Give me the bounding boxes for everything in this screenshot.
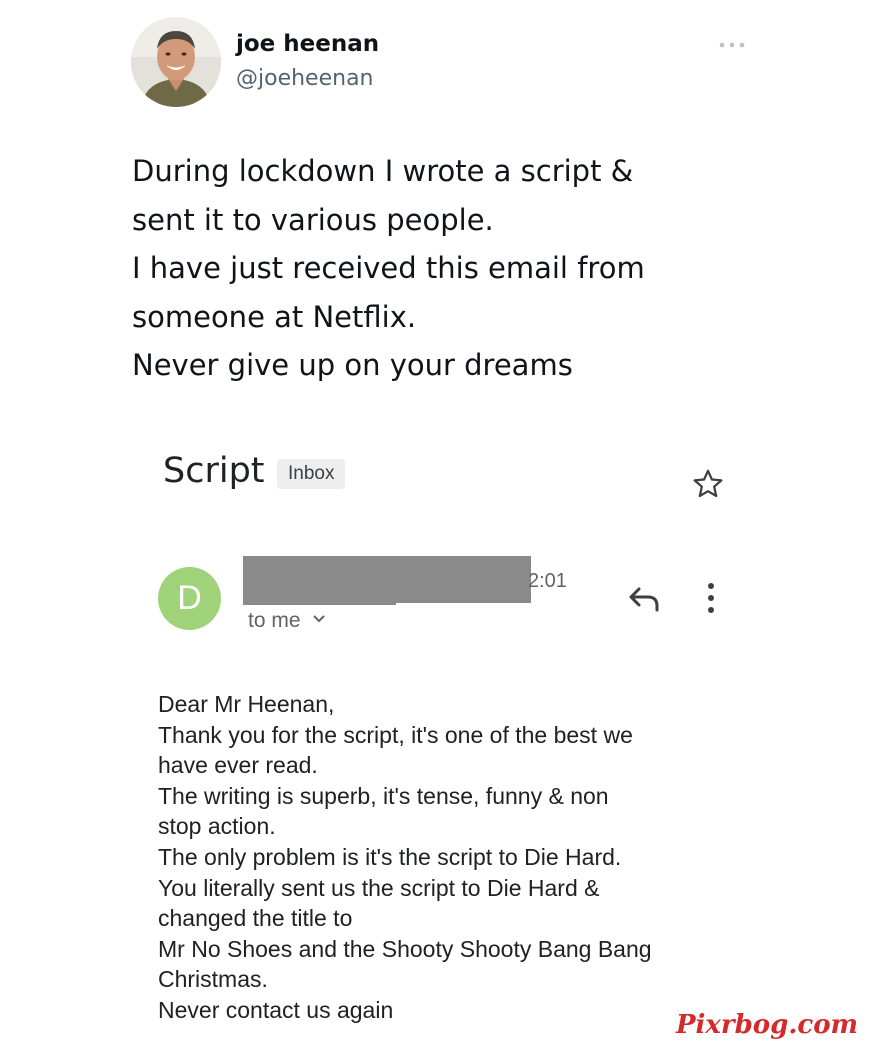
inbox-label-badge[interactable]: Inbox [277, 459, 346, 489]
recipient-dropdown[interactable]: to me [248, 609, 326, 633]
email-body-line: You literally sent us the script to Die … [158, 874, 600, 901]
watermark: Pixrbog.com [676, 1010, 859, 1040]
author-avatar[interactable] [131, 17, 221, 107]
more-vertical-icon[interactable] [700, 580, 722, 616]
email-body-line: Christmas. [158, 966, 268, 993]
author-name[interactable]: joe heenan [236, 31, 379, 57]
sender-avatar[interactable]: D [158, 567, 221, 630]
chevron-down-icon [313, 615, 326, 623]
email-body-line: stop action. [158, 813, 276, 840]
email-time: 2:01 [528, 570, 567, 592]
star-outline-icon[interactable] [690, 466, 726, 502]
tweet-text-line: I have just received this email from [132, 251, 645, 285]
email-body-line: The writing is superb, it's tense, funny… [158, 782, 609, 809]
recipient-label: to me [248, 609, 301, 632]
tweet-text-line: During lockdown I wrote a script & [132, 154, 634, 188]
redacted-sender-block [243, 600, 396, 605]
email-body-line: Mr No Shoes and the Shooty Shooty Bang B… [158, 935, 652, 962]
profile-photo-icon [131, 17, 221, 107]
email-body: Dear Mr Heenan, Thank you for the script… [158, 689, 798, 1026]
reply-icon[interactable] [626, 584, 662, 614]
email-body-line: Thank you for the script, it's one of th… [158, 721, 633, 748]
tweet-text-line: someone at Netflix. [132, 299, 417, 334]
email-body-line: have ever read. [158, 752, 318, 779]
email-body-line: Dear Mr Heenan, [158, 691, 335, 717]
tweet-text-line: sent it to various people. [132, 202, 494, 237]
email-body-line: changed the title to [158, 905, 353, 932]
tweet-text-line: Never give up on your dreams [132, 348, 573, 382]
author-handle[interactable]: @joeheenan [236, 66, 374, 91]
email-body-line: The only problem is it's the script to D… [158, 843, 622, 870]
redacted-sender-block [243, 556, 531, 603]
tweet-text: During lockdown I wrote a script & sent … [132, 147, 832, 390]
more-horizontal-icon[interactable] [718, 38, 746, 52]
email-subject: Script [163, 451, 265, 491]
